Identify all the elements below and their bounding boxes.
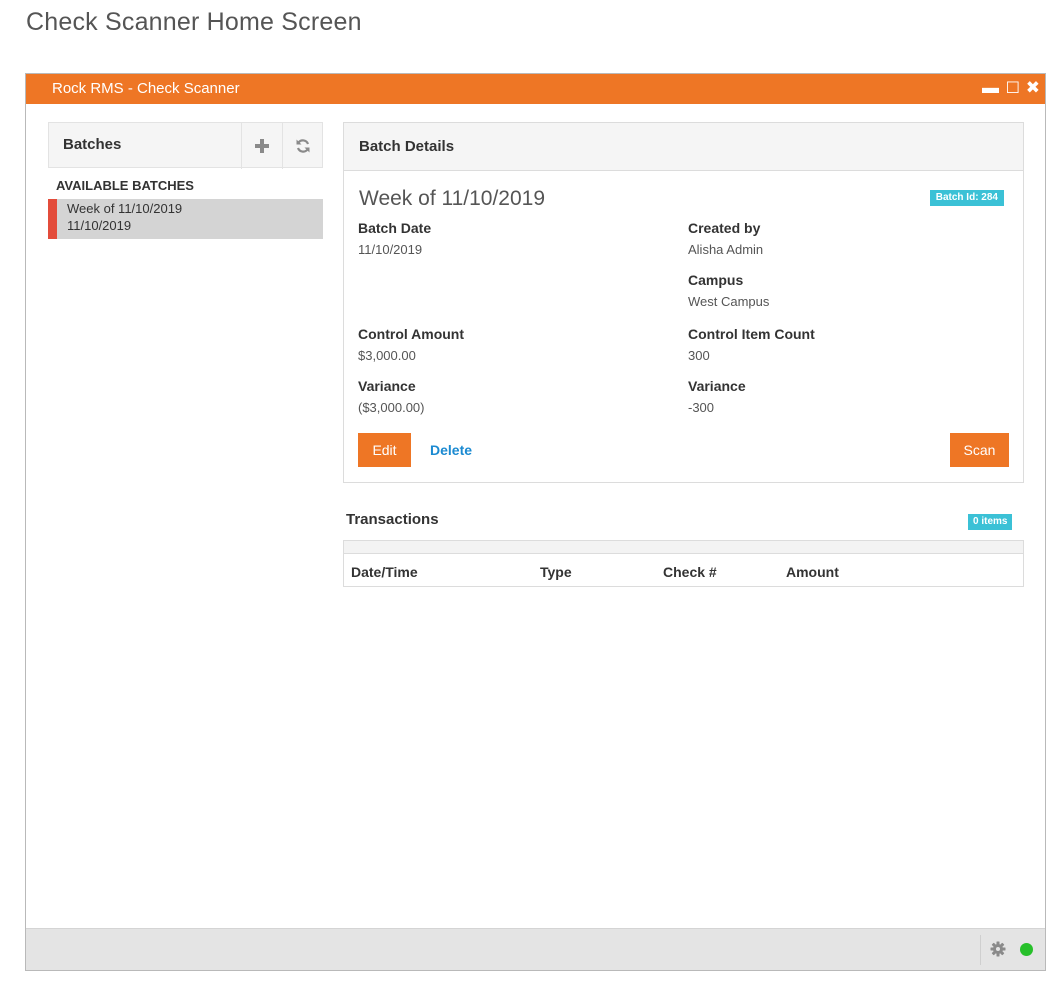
refresh-icon <box>296 139 310 153</box>
control-amount-label: Control Amount <box>358 326 465 342</box>
batches-sidebar: Batches AVAILABLE BATCHES Week of 11/10/… <box>48 122 323 241</box>
status-divider <box>980 935 981 965</box>
delete-link[interactable]: Delete <box>430 442 472 458</box>
transactions-count-badge: 0 items <box>968 514 1013 530</box>
variance-count-label: Variance <box>688 378 746 394</box>
control-amount-value: $3,000.00 <box>358 348 416 363</box>
batch-date-value: 11/10/2019 <box>358 242 423 257</box>
variance-amount-value: ($3,000.00) <box>358 400 425 415</box>
maximize-icon[interactable]: ☐ <box>1006 78 1020 98</box>
transactions-table: Date/Time Type Check # Amount <box>343 540 1024 587</box>
batch-item-name: Week of 11/10/2019 <box>67 201 183 216</box>
selected-indicator <box>48 199 57 239</box>
created-by-value: Alisha Admin <box>688 242 764 257</box>
campus-value: West Campus <box>688 294 770 309</box>
column-header-check-number[interactable]: Check # <box>663 564 717 580</box>
batch-details-header: Batch Details <box>344 123 1023 171</box>
campus-label: Campus <box>688 272 744 288</box>
table-toolbar <box>344 541 1023 554</box>
refresh-batches-button[interactable] <box>282 123 323 169</box>
batch-id-badge: Batch Id: 284 <box>929 190 1004 206</box>
column-header-type[interactable]: Type <box>540 564 572 580</box>
batches-title: Batches <box>63 136 122 153</box>
batch-details-panel: Batch Details Week of 11/10/2019 Batch I… <box>343 122 1024 483</box>
page-title: Check Scanner Home Screen <box>26 8 362 36</box>
batch-date-label: Batch Date <box>358 220 432 236</box>
transactions-title: Transactions <box>346 511 439 528</box>
minimize-icon[interactable]: ▬ <box>982 78 999 98</box>
variance-count-value: -300 <box>688 400 715 415</box>
scan-button[interactable]: Scan <box>950 433 1009 467</box>
title-bar: Rock RMS - Check Scanner ▬ ☐ ✖ <box>26 74 1045 104</box>
edit-button[interactable]: Edit <box>358 433 411 467</box>
plus-icon <box>255 139 269 153</box>
batch-item-date: 11/10/2019 <box>67 218 132 233</box>
column-header-datetime[interactable]: Date/Time <box>351 564 418 580</box>
batch-list-item[interactable]: Week of 11/10/2019 11/10/2019 <box>48 199 323 239</box>
batch-details-title: Batch Details <box>359 138 455 155</box>
add-batch-button[interactable] <box>241 123 282 169</box>
app-window: Rock RMS - Check Scanner ▬ ☐ ✖ Batches A… <box>25 73 1046 971</box>
control-item-count-value: 300 <box>688 348 710 363</box>
column-header-amount[interactable]: Amount <box>786 564 839 580</box>
window-title: Rock RMS - Check Scanner <box>52 80 240 97</box>
status-bar <box>26 928 1045 970</box>
connection-status-indicator <box>1020 943 1033 956</box>
batch-name: Week of 11/10/2019 <box>359 187 546 210</box>
variance-amount-label: Variance <box>358 378 416 394</box>
gear-icon[interactable] <box>990 941 1006 957</box>
control-item-count-label: Control Item Count <box>688 326 815 342</box>
available-batches-label: AVAILABLE BATCHES <box>56 178 194 193</box>
close-icon[interactable]: ✖ <box>1026 78 1040 98</box>
created-by-label: Created by <box>688 220 761 236</box>
batches-header: Batches <box>48 122 323 169</box>
